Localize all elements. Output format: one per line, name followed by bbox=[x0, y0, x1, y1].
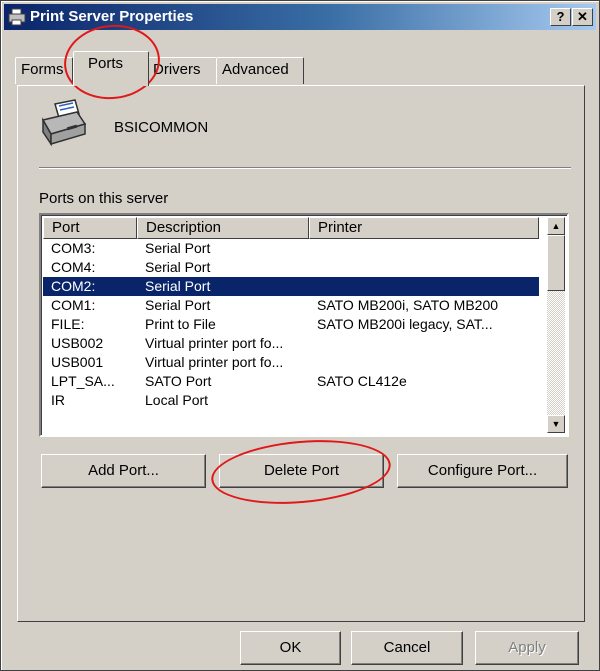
scroll-up-icon[interactable]: ▲ bbox=[547, 217, 565, 235]
list-item[interactable]: COM4: Serial Port bbox=[43, 258, 539, 277]
column-header-description[interactable]: Description bbox=[137, 217, 309, 239]
port-cell: USB001 bbox=[51, 354, 104, 370]
ports-list[interactable]: Port Description Printer COM3: Serial Po… bbox=[39, 213, 569, 437]
ok-label: OK bbox=[279, 639, 302, 656]
port-cell: COM4: bbox=[51, 259, 96, 275]
configure-port-label: Configure Port... bbox=[427, 462, 538, 479]
scroll-down-icon[interactable]: ▼ bbox=[547, 415, 565, 433]
tab-drivers[interactable]: Drivers bbox=[147, 57, 217, 84]
list-item[interactable]: LPT_SA... SATO Port SATO CL412e bbox=[43, 372, 539, 391]
tab-forms-label: Forms bbox=[21, 61, 64, 78]
ok-button[interactable]: OK bbox=[240, 631, 341, 665]
description-cell: Serial Port bbox=[145, 240, 211, 256]
server-name: BSICOMMON bbox=[114, 119, 209, 136]
delete-port-button[interactable]: Delete Port bbox=[219, 454, 384, 488]
tab-drivers-label: Drivers bbox=[153, 61, 201, 78]
tab-advanced[interactable]: Advanced bbox=[216, 57, 304, 84]
list-item[interactable]: COM1: Serial Port SATO MB200i, SATO MB20… bbox=[43, 296, 539, 315]
description-cell: Serial Port bbox=[145, 278, 211, 294]
tab-advanced-label: Advanced bbox=[222, 61, 289, 78]
print-server-icon bbox=[41, 99, 87, 147]
configure-port-button[interactable]: Configure Port... bbox=[397, 454, 568, 488]
description-cell: Serial Port bbox=[145, 259, 211, 275]
printer-cell: SATO MB200i, SATO MB200 bbox=[317, 297, 499, 313]
ports-on-server-label: Ports on this server bbox=[39, 190, 169, 207]
vertical-scrollbar[interactable]: ▲ ▼ bbox=[547, 217, 565, 433]
list-item-selected[interactable]: COM2: Serial Port bbox=[43, 277, 539, 296]
apply-button[interactable]: Apply bbox=[475, 631, 579, 665]
help-button[interactable]: ? bbox=[550, 8, 571, 26]
description-cell: Print to File bbox=[145, 316, 216, 332]
port-cell: LPT_SA... bbox=[51, 373, 115, 389]
list-item[interactable]: IR Local Port bbox=[43, 391, 539, 410]
port-cell: COM2: bbox=[51, 278, 96, 294]
port-cell: IR bbox=[51, 392, 65, 408]
list-item[interactable]: FILE: Print to File SATO MB200i legacy, … bbox=[43, 315, 539, 334]
description-cell: Virtual printer port fo... bbox=[145, 335, 284, 351]
cancel-label: Cancel bbox=[383, 639, 431, 656]
delete-port-label: Delete Port bbox=[263, 462, 340, 479]
title-bar[interactable]: Print Server Properties ? ✕ bbox=[4, 4, 596, 30]
tab-forms[interactable]: Forms bbox=[15, 57, 73, 84]
printer-cell: SATO MB200i legacy, SAT... bbox=[317, 316, 493, 332]
window-title: Print Server Properties bbox=[30, 8, 194, 25]
print-server-properties-dialog: Print Server Properties ? ✕ Forms Ports … bbox=[0, 0, 600, 671]
apply-label: Apply bbox=[508, 639, 546, 656]
ports-list-rows: COM3: Serial Port COM4: Serial Port COM2… bbox=[43, 239, 539, 410]
description-cell: Local Port bbox=[145, 392, 209, 408]
list-item[interactable]: COM3: Serial Port bbox=[43, 239, 539, 258]
close-button[interactable]: ✕ bbox=[572, 8, 593, 26]
separator bbox=[39, 167, 571, 169]
description-cell: Serial Port bbox=[145, 297, 211, 313]
cancel-button[interactable]: Cancel bbox=[351, 631, 463, 665]
port-cell: COM3: bbox=[51, 240, 96, 256]
description-cell: SATO Port bbox=[145, 373, 212, 389]
ports-list-header: Port Description Printer bbox=[43, 217, 539, 239]
tab-ports-label: Ports bbox=[88, 55, 124, 72]
port-cell: FILE: bbox=[51, 316, 85, 332]
add-port-label: Add Port... bbox=[88, 462, 159, 479]
column-header-port[interactable]: Port bbox=[43, 217, 137, 239]
printer-icon bbox=[8, 8, 26, 26]
port-cell: USB002 bbox=[51, 335, 104, 351]
column-header-printer[interactable]: Printer bbox=[309, 217, 539, 239]
list-item[interactable]: USB002 Virtual printer port fo... bbox=[43, 334, 539, 353]
port-cell: COM1: bbox=[51, 297, 96, 313]
list-item[interactable]: USB001 Virtual printer port fo... bbox=[43, 353, 539, 372]
tab-ports[interactable]: Ports bbox=[73, 51, 149, 86]
printer-cell: SATO CL412e bbox=[317, 373, 407, 389]
description-cell: Virtual printer port fo... bbox=[145, 354, 284, 370]
scroll-thumb[interactable] bbox=[547, 235, 565, 291]
add-port-button[interactable]: Add Port... bbox=[41, 454, 206, 488]
